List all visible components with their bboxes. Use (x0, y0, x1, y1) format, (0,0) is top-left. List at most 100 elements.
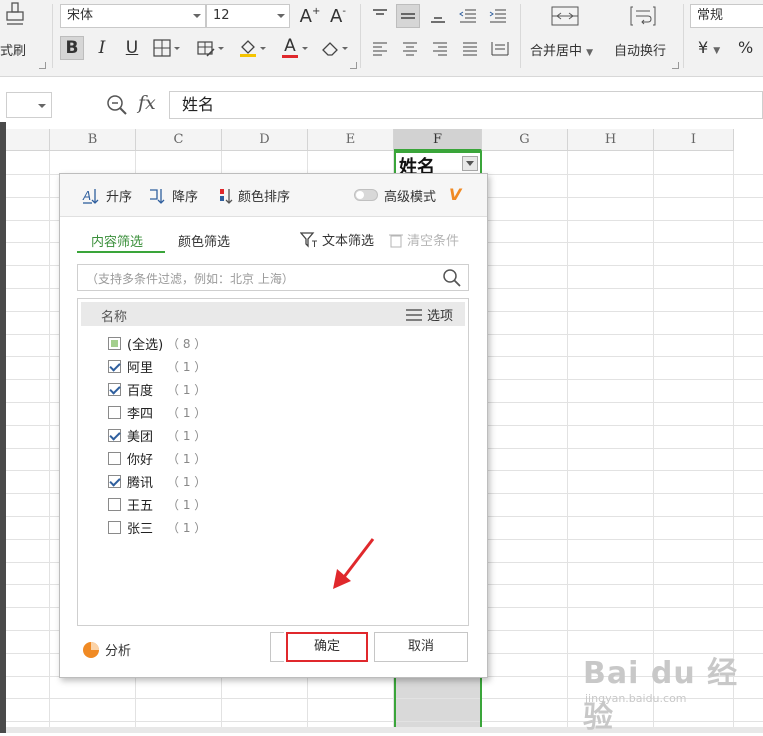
list-item-label: 你好 (127, 452, 154, 468)
col-header-b[interactable]: B (50, 129, 136, 151)
font-name-select[interactable]: 宋体 (60, 4, 206, 28)
font-color-glyph: A (284, 35, 296, 56)
align-right-button[interactable] (428, 36, 452, 60)
row-header-strip (0, 122, 6, 733)
formula-bar: fx 姓名 (0, 88, 763, 122)
number-format-select[interactable]: 常规 (690, 4, 763, 28)
checkbox[interactable] (108, 405, 121, 419)
underline-icon: U (125, 38, 139, 58)
wrap-text-icon-button[interactable] (628, 4, 658, 28)
align-bottom-button[interactable] (426, 4, 450, 28)
font-size-select[interactable]: 12 (206, 4, 290, 28)
increase-indent-button[interactable] (486, 4, 510, 28)
decrease-indent-icon (459, 9, 476, 23)
zoom-icon[interactable] (106, 94, 128, 116)
col-header-g[interactable]: G (482, 129, 568, 151)
justify-button[interactable] (458, 36, 482, 60)
grid-line (567, 151, 568, 733)
percent-format-button[interactable]: % (738, 38, 753, 57)
align-top-button[interactable] (368, 4, 392, 28)
col-header-a[interactable] (6, 129, 50, 151)
list-item[interactable]: 你好 （ 1 ） (108, 448, 206, 468)
search-placeholder: （支持多条件过滤，例如：北京 上海） (86, 272, 294, 286)
list-item[interactable]: 腾讯 （ 1 ） (108, 471, 206, 491)
cancel-button[interactable]: 取消 (374, 632, 468, 662)
underline-button[interactable]: U (120, 36, 144, 60)
align-left-button[interactable] (368, 36, 392, 60)
list-item[interactable]: 美团 （ 1 ） (108, 425, 206, 445)
advanced-mode-label: 高级模式 (384, 190, 437, 205)
sort-by-color-button[interactable]: 颜色排序 (218, 186, 290, 205)
pie-chart-icon (83, 641, 99, 658)
list-item-label: 王五 (127, 498, 154, 514)
list-item[interactable]: 王五 （ 1 ） (108, 494, 206, 514)
tab-content-filter[interactable]: 内容筛选 (91, 231, 143, 250)
border-icon (153, 39, 171, 57)
funnel-icon (300, 231, 317, 248)
distributed-align-button[interactable] (488, 36, 512, 60)
checkbox[interactable] (108, 336, 121, 350)
col-header-i[interactable]: I (654, 129, 734, 151)
checkbox[interactable] (108, 428, 121, 442)
chevron-down-icon: ▼ (586, 48, 594, 58)
bold-button[interactable]: B (60, 36, 84, 60)
text-filter-button[interactable]: 文本筛选 (300, 230, 374, 249)
checkbox[interactable] (108, 474, 121, 488)
fill-color-button[interactable] (236, 36, 266, 60)
align-center-button[interactable] (398, 36, 422, 60)
list-item[interactable]: 百度 （ 1 ） (108, 379, 206, 399)
ok-button[interactable]: 确定 (286, 632, 368, 662)
list-item[interactable]: 李四 （ 1 ） (108, 402, 206, 422)
divider (52, 4, 53, 68)
font-size-value: 12 (213, 8, 230, 23)
col-header-h[interactable]: H (568, 129, 654, 151)
formula-input[interactable]: 姓名 (169, 91, 763, 119)
list-options-button[interactable]: 选项 (405, 305, 453, 324)
advanced-mode-toggle[interactable] (354, 189, 378, 201)
merge-center-icon-button[interactable] (550, 4, 580, 28)
clear-format-button[interactable] (318, 36, 348, 60)
grow-font-button[interactable]: A + (298, 4, 322, 28)
col-header-d[interactable]: D (222, 129, 308, 151)
checkbox[interactable] (108, 497, 121, 511)
number-format-value: 常规 (697, 8, 724, 23)
shrink-font-button[interactable]: A- (326, 4, 350, 28)
font-color-button[interactable]: A (278, 35, 308, 60)
sort-ascending-button[interactable]: A 升序 (82, 186, 132, 205)
italic-button[interactable]: I (90, 36, 114, 60)
analyze-button[interactable]: 分析 (82, 640, 131, 659)
ribbon-toolbar: 式刷 宋体 12 A + A- B I U A 合并居中 ▼ 自动换行 常规 ¥… (0, 0, 763, 77)
annotation-arrow-icon (333, 538, 375, 589)
decrease-indent-button[interactable] (456, 4, 480, 28)
sort-ascending-label: 升序 (106, 190, 133, 205)
cell-style-button[interactable] (194, 36, 224, 60)
sort-descending-button[interactable]: 降序 (148, 186, 198, 205)
col-header-f[interactable]: F (394, 129, 482, 151)
list-item[interactable]: 阿里 （ 1 ） (108, 356, 206, 376)
checkbox[interactable] (108, 382, 121, 396)
checkbox[interactable] (108, 520, 121, 534)
search-icon[interactable] (442, 268, 462, 288)
group-launcher-icon[interactable] (672, 62, 679, 69)
clear-conditions-button[interactable]: 清空条件 (389, 230, 459, 249)
align-middle-button[interactable] (396, 4, 420, 28)
col-header-e[interactable]: E (308, 129, 394, 151)
wrap-text-button[interactable]: 自动换行 (614, 40, 666, 59)
sort-by-color-label: 颜色排序 (238, 190, 291, 205)
group-launcher-icon[interactable] (39, 62, 46, 69)
group-launcher-icon[interactable] (350, 62, 357, 69)
grid-line (653, 151, 654, 733)
insert-function-button[interactable]: fx (138, 92, 156, 114)
list-item[interactable]: 张三 （ 1 ） (108, 517, 206, 537)
name-box[interactable] (6, 92, 52, 118)
currency-format-button[interactable]: ¥ ▼ (698, 38, 720, 57)
list-item[interactable]: (全选) （ 8 ） (108, 333, 206, 353)
border-button[interactable] (150, 36, 180, 60)
filter-dropdown-button[interactable] (462, 156, 478, 171)
col-header-c[interactable]: C (136, 129, 222, 151)
filter-search-input[interactable]: （支持多条件过滤，例如：北京 上海） (77, 264, 469, 291)
tab-color-filter[interactable]: 颜色筛选 (178, 231, 230, 250)
checkbox[interactable] (108, 451, 121, 465)
checkbox[interactable] (108, 359, 121, 373)
merge-center-button[interactable]: 合并居中 ▼ (530, 40, 593, 59)
